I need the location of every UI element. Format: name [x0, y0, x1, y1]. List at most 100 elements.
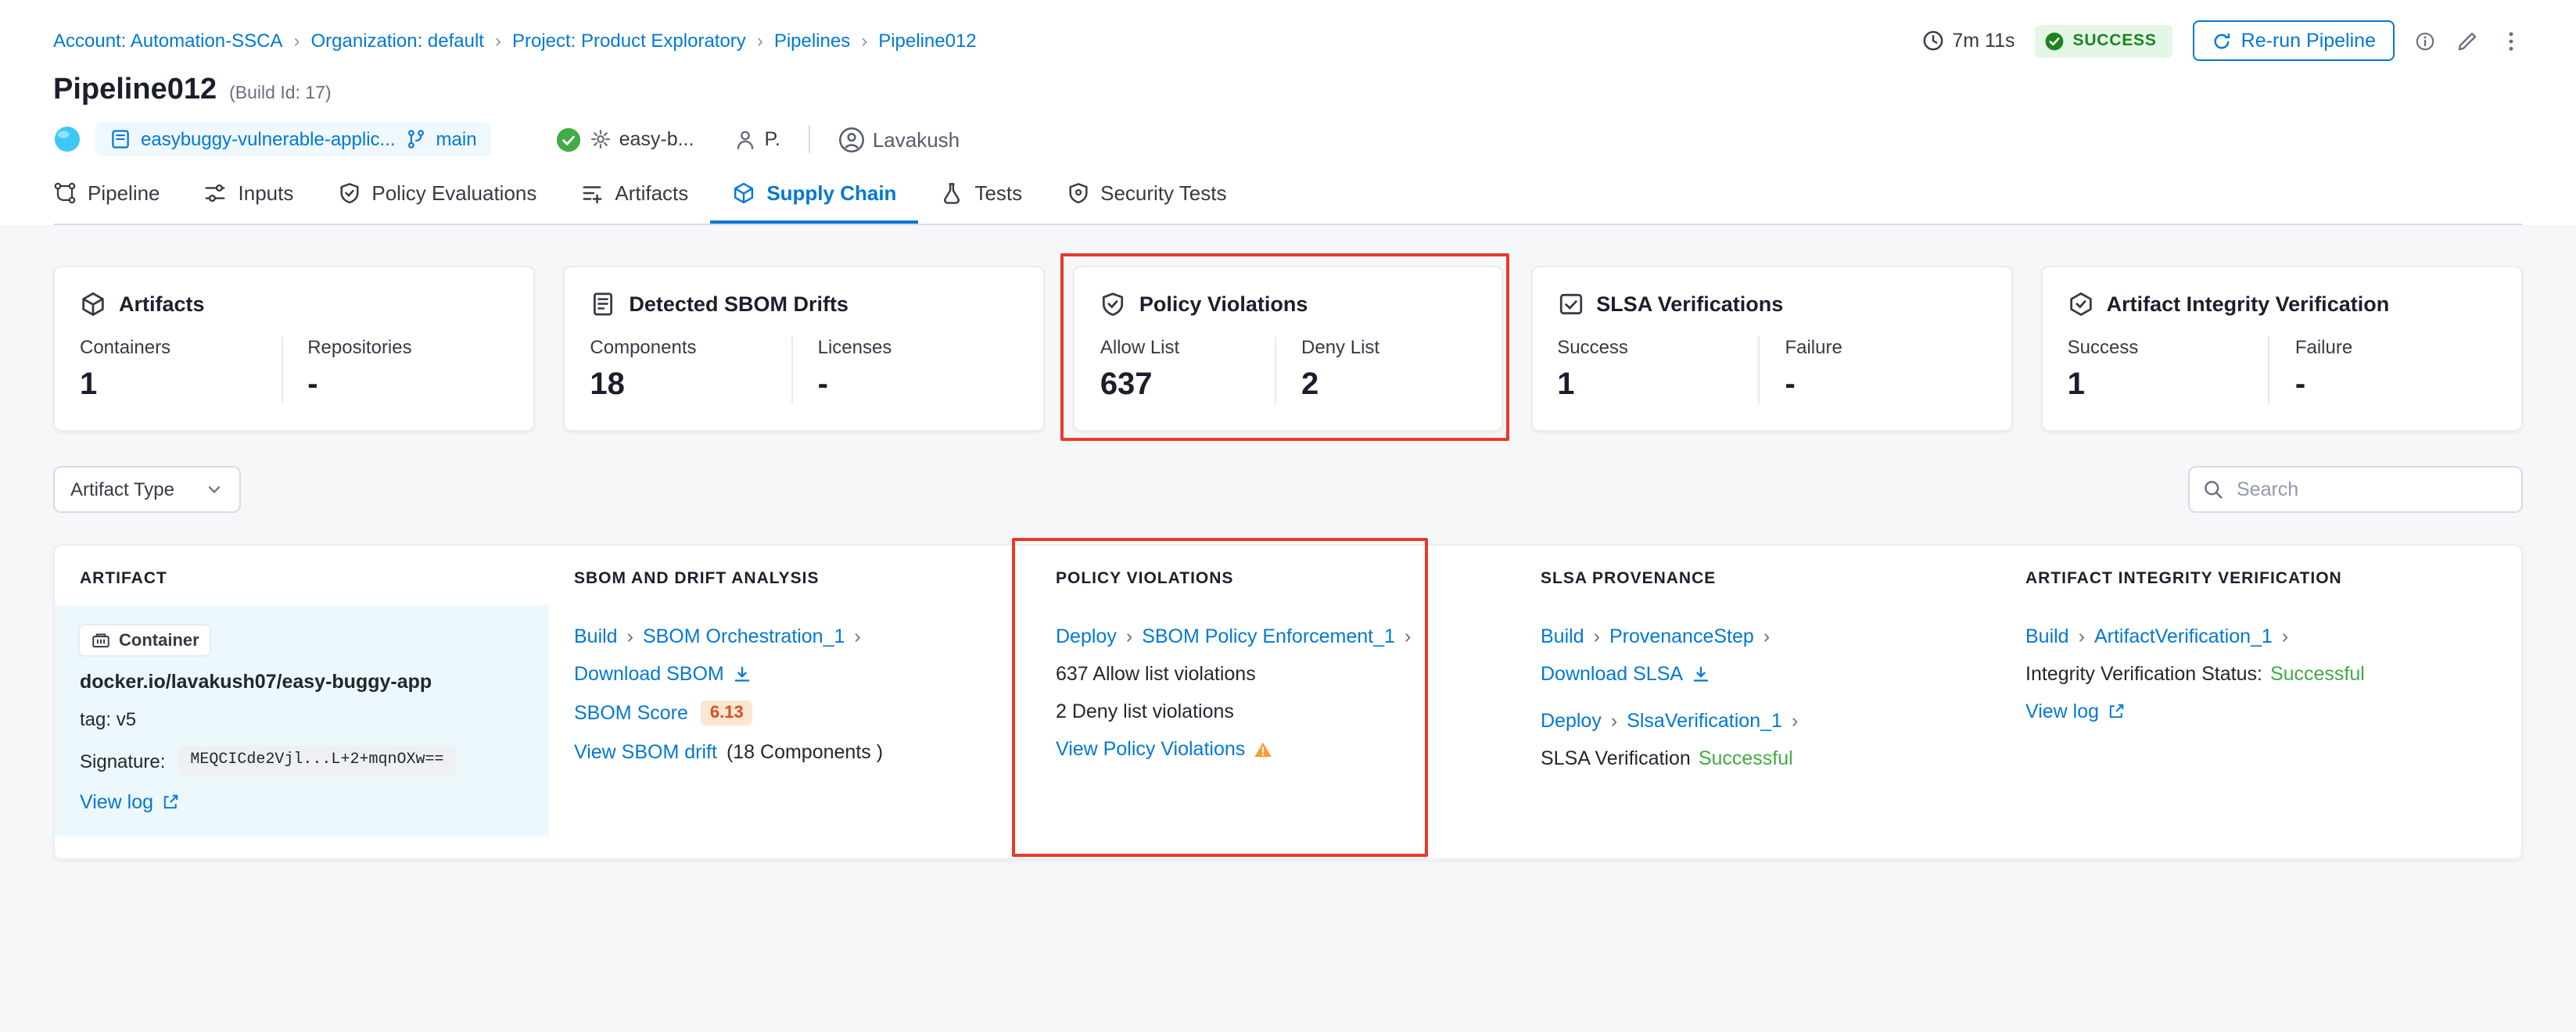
rerun-icon	[2212, 30, 2232, 51]
search-input[interactable]	[2188, 466, 2523, 513]
triggered-by-user[interactable]: Lavakush	[838, 126, 960, 152]
app-window: Account: Automation-SSCA › Organization:…	[0, 0, 2576, 1032]
metric-value: 1	[2068, 367, 2269, 403]
breadcrumb-link-account[interactable]: Account: Automation-SSCA	[53, 30, 283, 52]
step-link-sbom-policy-enforcement[interactable]: SBOM Policy Enforcement_1	[1142, 625, 1395, 647]
environment-group[interactable]: P.	[733, 127, 780, 151]
view-log-link[interactable]: View log	[2025, 701, 2126, 722]
pipeline-duration: 7m 11s	[1922, 30, 2015, 52]
stage-link-build[interactable]: Build	[574, 625, 618, 647]
tab-artifacts[interactable]: Artifacts	[558, 175, 710, 224]
filter-row: Artifact Type	[53, 466, 2523, 513]
step-link-sbom-orchestration[interactable]: SBOM Orchestration_1	[643, 625, 845, 647]
kebab-menu-icon[interactable]	[2499, 29, 2523, 52]
search-icon	[2202, 478, 2224, 500]
drift-components-count: (18 Components )	[727, 741, 883, 763]
sbom-cell: Build › SBOM Orchestration_1 › Download …	[549, 605, 1031, 837]
view-policy-violations-link[interactable]: View Policy Violations	[1056, 738, 1273, 760]
artifact-tag: tag: v5	[80, 708, 136, 730]
shield-icon	[1066, 181, 1089, 205]
cube-icon	[80, 291, 106, 317]
step-link-slsa-verification[interactable]: SlsaVerification_1	[1627, 710, 1782, 732]
sbom-score-link[interactable]: SBOM Score	[574, 702, 688, 724]
user-name: Lavakush	[873, 127, 960, 151]
build-id: (Build Id: 17)	[229, 84, 331, 103]
service-status-icon	[555, 126, 582, 152]
container-type-label: Container	[119, 631, 199, 650]
chevron-separator: ›	[1611, 710, 1617, 732]
stage-link-build[interactable]: Build	[1541, 625, 1584, 647]
stage-link-deploy[interactable]: Deploy	[1541, 710, 1602, 732]
card-title: Detected SBOM Drifts	[629, 292, 849, 316]
step-link-provenance-step[interactable]: ProvenanceStep	[1609, 625, 1754, 647]
sbom-drift-line: View SBOM drift (18 Components )	[574, 741, 883, 763]
tab-policy-evaluations[interactable]: Policy Evaluations	[315, 175, 558, 224]
metric-value: 2	[1301, 367, 1476, 403]
card-title: Artifact Integrity Verification	[2107, 292, 2390, 316]
tab-label: Artifacts	[615, 181, 688, 205]
column-header-artifact: ARTIFACT	[55, 569, 549, 588]
repo-name: easybuggy-vulnerable-applic...	[141, 128, 396, 150]
metric-label: Failure	[2295, 336, 2496, 358]
edit-pencil-icon[interactable]	[2456, 29, 2479, 52]
breadcrumb-separator: ›	[757, 30, 763, 52]
metric-value: -	[307, 367, 508, 403]
clock-icon	[1922, 30, 1944, 52]
breadcrumb-separator: ›	[861, 30, 867, 52]
breadcrumb-link-pipeline012[interactable]: Pipeline012	[878, 30, 976, 52]
tab-inputs[interactable]: Inputs	[182, 175, 316, 224]
column-header-policy-violations: POLICY VIOLATIONS	[1031, 569, 1516, 588]
rerun-pipeline-button[interactable]: Re-run Pipeline	[2193, 20, 2395, 61]
environment-icon	[733, 127, 756, 151]
slsa-step-line-2: Deploy › SlsaVerification_1 ›	[1541, 710, 1798, 732]
tab-supply-chain[interactable]: Supply Chain	[710, 175, 918, 224]
metric-label: Licenses	[818, 336, 1019, 358]
policy-violations-cell: Deploy › SBOM Policy Enforcement_1 › 637…	[1031, 605, 1516, 837]
download-slsa-link[interactable]: Download SLSA	[1541, 663, 1711, 685]
view-sbom-drift-link[interactable]: View SBOM drift	[574, 741, 717, 763]
repo-branch-pill[interactable]: easybuggy-vulnerable-applic... main	[95, 122, 491, 156]
view-log-label: View log	[80, 791, 153, 813]
view-log-link[interactable]: View log	[80, 791, 180, 813]
table-row: Container docker.io/lavakush07/easy-bugg…	[55, 605, 2521, 837]
tab-security-tests[interactable]: Security Tests	[1044, 175, 1248, 224]
user-avatar-icon	[838, 126, 865, 152]
column-header-sbom: SBOM AND DRIFT ANALYSIS	[549, 569, 1031, 588]
breadcrumb-link-project[interactable]: Project: Product Exploratory	[512, 30, 746, 52]
tab-tests[interactable]: Tests	[918, 175, 1044, 224]
step-link-artifact-verification[interactable]: ArtifactVerification_1	[2094, 625, 2273, 647]
external-link-icon	[161, 793, 180, 812]
info-icon[interactable]	[2415, 30, 2435, 51]
breadcrumb-link-organization[interactable]: Organization: default	[311, 30, 485, 52]
card-title: SLSA Verifications	[1596, 292, 1783, 316]
integrity-verification-cell: Build › ArtifactVerification_1 › Integri…	[2000, 605, 2521, 837]
chevron-separator: ›	[1792, 710, 1798, 732]
slsa-verification-status: Successful	[1699, 747, 1793, 769]
tab-label: Pipeline	[88, 181, 160, 205]
sbom-document-icon	[590, 291, 616, 317]
breadcrumb-separator: ›	[294, 30, 300, 52]
summary-card-artifacts: Artifacts Containers 1 Repositories -	[53, 266, 535, 432]
duration-text: 7m 11s	[1952, 30, 2015, 52]
flask-icon	[940, 181, 963, 205]
slsa-step-line-1: Build › ProvenanceStep ›	[1541, 625, 1770, 647]
tab-label: Policy Evaluations	[371, 181, 536, 205]
metric-label: Success	[2068, 336, 2269, 358]
service-group[interactable]: easy-b...	[555, 126, 694, 152]
module-icon	[53, 125, 81, 153]
artifact-type-dropdown[interactable]: Artifact Type	[53, 466, 242, 513]
container-icon	[91, 630, 111, 650]
summary-cards: Artifacts Containers 1 Repositories -	[53, 266, 2523, 432]
chevron-separator: ›	[1763, 625, 1770, 647]
tab-pipeline[interactable]: Pipeline	[53, 175, 182, 224]
stage-link-deploy[interactable]: Deploy	[1056, 625, 1117, 647]
title-row: Pipeline012 (Build Id: 17)	[53, 73, 2523, 108]
sbom-score-line: SBOM Score 6.13	[574, 701, 753, 726]
download-icon	[732, 664, 752, 684]
download-sbom-link[interactable]: Download SBOM	[574, 663, 752, 685]
breadcrumb-link-pipelines[interactable]: Pipelines	[774, 30, 850, 52]
table-header-row: ARTIFACT SBOM AND DRIFT ANALYSIS POLICY …	[55, 546, 2521, 605]
metric-value: -	[818, 367, 1019, 403]
metric-label: Containers	[80, 336, 281, 358]
stage-link-build[interactable]: Build	[2025, 625, 2069, 647]
